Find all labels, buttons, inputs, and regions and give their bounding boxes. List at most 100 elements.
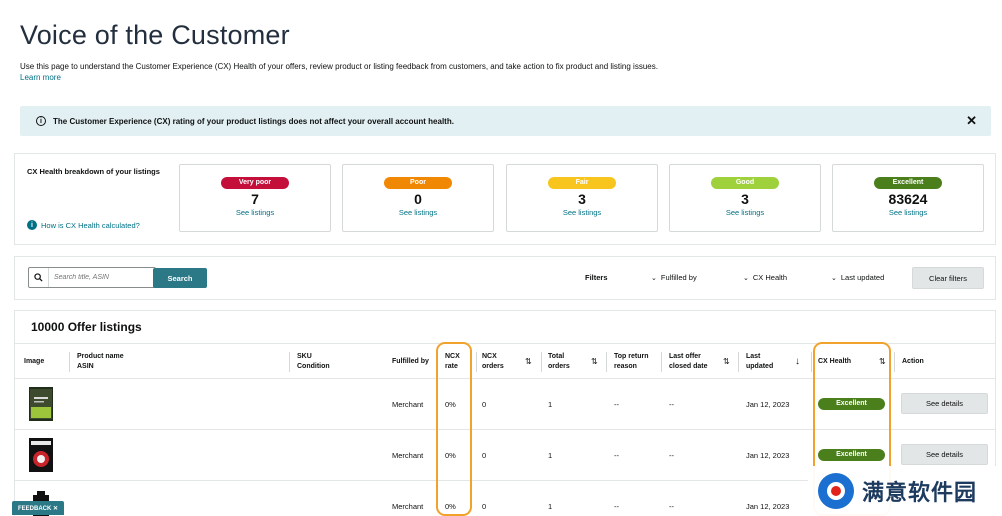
header-sku[interactable]: SKU Condition: [297, 352, 330, 372]
column-divider: [476, 352, 477, 372]
search-box: [28, 267, 156, 288]
filter-label: Fulfilled by: [660, 273, 697, 282]
ncx-orders-value: 0: [482, 502, 487, 511]
health-card-poor: Poor 0 See listings: [342, 164, 494, 232]
filter-label: Last updated: [840, 273, 885, 282]
header-total-orders[interactable]: Total orders: [548, 352, 570, 372]
see-listings-link[interactable]: See listings: [833, 208, 983, 217]
header-line: orders: [482, 363, 504, 370]
health-badge: Excellent: [874, 177, 942, 189]
header-ncx-orders[interactable]: NCX orders: [482, 352, 504, 372]
column-divider: [811, 352, 812, 372]
calc-link-label: How is CX Health calculated?: [41, 220, 140, 230]
listings-title: 10000 Offer listings: [31, 320, 142, 334]
header-last-updated[interactable]: Last updated: [746, 352, 773, 372]
ncx-rate-highlight: [436, 342, 472, 516]
health-count: 7: [251, 191, 259, 207]
header-line: ASIN: [77, 363, 94, 370]
header-top-return-reason[interactable]: Top return reason: [614, 352, 648, 372]
header-line: reason: [614, 363, 637, 370]
total-orders-value: 1: [548, 400, 553, 409]
chevron-down-icon: ⌄: [651, 275, 657, 282]
clear-filters-button[interactable]: Clear filters: [912, 267, 984, 289]
header-line: Top return: [614, 353, 649, 360]
health-count: 3: [741, 191, 749, 207]
top-return-value: --: [614, 451, 619, 460]
health-card-very-poor: Very poor 7 See listings: [179, 164, 331, 232]
ncx-orders-value: 0: [482, 451, 487, 460]
search-filter-bar: Search Filters ⌄Fulfilled by ⌄CX Health …: [14, 256, 996, 300]
fulfilled-by-value: Merchant: [392, 451, 424, 460]
header-fulfilled-by[interactable]: Fulfilled by: [392, 357, 429, 367]
see-details-button[interactable]: See details: [901, 393, 988, 414]
sort-desc-icon[interactable]: ↓: [795, 356, 800, 367]
filters-label: Filters: [585, 273, 608, 282]
health-count: 83624: [888, 191, 928, 207]
chevron-down-icon: ⌄: [743, 275, 749, 282]
see-listings-link[interactable]: See listings: [180, 208, 330, 217]
page-intro: Use this page to understand the Customer…: [20, 62, 658, 71]
column-divider: [541, 352, 542, 372]
header-line: Total: [548, 353, 565, 360]
column-divider: [661, 352, 662, 372]
see-listings-link[interactable]: See listings: [507, 208, 657, 217]
header-line: updated: [746, 363, 774, 370]
health-badge: Good: [711, 177, 779, 189]
see-listings-link[interactable]: See listings: [670, 208, 820, 217]
last-offer-value: --: [669, 400, 674, 409]
header-line: Product name: [77, 353, 124, 360]
watermark: 满意软件园: [808, 466, 1002, 516]
fulfilled-by-value: Merchant: [392, 502, 424, 511]
last-updated-value: Jan 12, 2023: [746, 400, 790, 409]
info-banner: i The Customer Experience (CX) rating of…: [20, 106, 991, 136]
top-return-value: --: [614, 400, 619, 409]
health-badge: Poor: [384, 177, 452, 189]
header-action: Action: [902, 358, 924, 365]
see-details-button[interactable]: See details: [901, 444, 988, 465]
header-last-offer-closed[interactable]: Last offer closed date: [669, 352, 708, 372]
learn-more-link[interactable]: Learn more: [20, 73, 61, 82]
header-line: Last offer: [669, 353, 701, 360]
last-updated-value: Jan 12, 2023: [746, 451, 790, 460]
top-return-value: --: [614, 502, 619, 511]
search-button[interactable]: Search: [153, 268, 207, 288]
health-count: 0: [414, 191, 422, 207]
last-updated-value: Jan 12, 2023: [746, 502, 790, 511]
header-line: closed date: [669, 363, 708, 370]
filter-last-updated[interactable]: ⌄ Last updated: [831, 273, 884, 282]
last-offer-value: --: [669, 502, 674, 511]
sort-icon[interactable]: ⇅: [525, 357, 532, 366]
total-orders-value: 1: [548, 451, 553, 460]
watermark-logo-icon: [818, 473, 854, 509]
product-thumbnail[interactable]: [29, 438, 53, 472]
close-icon[interactable]: ✕: [966, 114, 977, 127]
cx-health-calc-link[interactable]: i How is CX Health calculated?: [27, 220, 140, 230]
feedback-button[interactable]: FEEDBACK ✕: [12, 501, 64, 515]
filter-fulfilled-by[interactable]: ⌄ Fulfilled by: [651, 273, 697, 282]
header-line: Condition: [297, 363, 330, 370]
search-input[interactable]: [49, 274, 149, 281]
last-offer-value: --: [669, 451, 674, 460]
sort-icon[interactable]: ⇅: [591, 357, 598, 366]
column-divider: [738, 352, 739, 372]
filter-label: CX Health: [752, 273, 788, 282]
banner-message: The Customer Experience (CX) rating of y…: [53, 116, 454, 126]
fulfilled-by-value: Merchant: [392, 400, 424, 409]
see-listings-link[interactable]: See listings: [343, 208, 493, 217]
health-badge: Fair: [548, 177, 616, 189]
product-thumbnail[interactable]: [29, 387, 53, 421]
header-line: NCX: [482, 353, 497, 360]
header-product-name[interactable]: Product name ASIN: [77, 352, 124, 372]
health-badge: Very poor: [221, 177, 289, 189]
watermark-text: 满意软件园: [862, 481, 978, 506]
info-icon: i: [36, 116, 46, 126]
header-line: SKU: [297, 353, 312, 360]
filter-cx-health[interactable]: ⌄ CX Health: [743, 273, 787, 282]
breakdown-heading: CX Health breakdown of your listings: [27, 167, 160, 176]
column-divider: [69, 352, 70, 372]
info-icon: i: [27, 220, 37, 230]
page-title: Voice of the Customer: [20, 20, 290, 50]
ncx-orders-value: 0: [482, 400, 487, 409]
header-line: orders: [548, 363, 570, 370]
sort-icon[interactable]: ⇅: [723, 357, 730, 366]
